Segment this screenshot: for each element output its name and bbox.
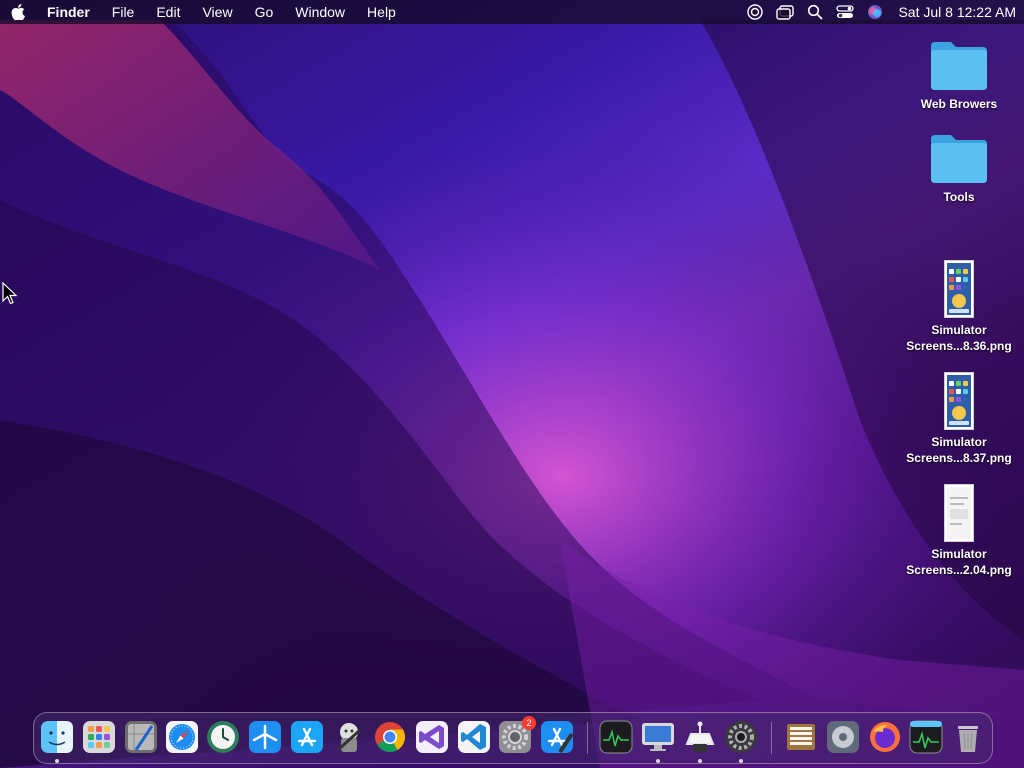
dock-activity-monitor[interactable] (599, 720, 633, 754)
dock-time-machine[interactable] (206, 720, 240, 754)
menu-file[interactable]: File (101, 0, 146, 24)
google-chrome-icon (375, 722, 406, 753)
dock-firefox[interactable] (868, 720, 902, 754)
apple-menu-icon[interactable] (0, 0, 36, 24)
dock-launchpad[interactable] (82, 720, 116, 754)
dock-trash[interactable] (951, 720, 985, 754)
desktop-file-screenshot-2-04[interactable]: Simulator Screens...2.04.png (899, 484, 1019, 578)
xcode-icon (541, 721, 574, 754)
dock-finder[interactable] (40, 720, 74, 763)
folder-icon (931, 135, 987, 183)
disk-utility-icon (827, 721, 859, 753)
desktop-folder-web-browers[interactable]: Web Browers (899, 38, 1019, 112)
menu-bar: Finder File Edit View Go Window Help Sat… (0, 0, 1024, 24)
dock-settings[interactable] (724, 720, 758, 763)
mouse-cursor-icon (2, 282, 18, 305)
archive-utility-icon (787, 724, 815, 750)
simulator-icon (642, 723, 674, 751)
dock-system-preferences[interactable]: 2 (498, 716, 536, 754)
automator-icon (336, 723, 362, 752)
transporter-icon (685, 721, 715, 752)
desktop-folder-tools[interactable]: Tools (899, 131, 1019, 205)
label-line-1: Simulator (931, 547, 987, 561)
label-line-1: Simulator (931, 435, 987, 449)
menu-view[interactable]: View (191, 0, 243, 24)
menu-go[interactable]: Go (244, 0, 285, 24)
desktop-file-screenshot-8-37[interactable]: Simulator Screens...8.37.png (899, 372, 1019, 466)
app-menu-finder[interactable]: Finder (36, 0, 101, 24)
desktop: Finder File Edit View Go Window Help Sat… (0, 0, 1024, 768)
desktop-icon-label: Tools (943, 190, 975, 204)
dock-archive-utility[interactable] (784, 720, 818, 754)
desktop-icon-label: Simulator Screens...8.37.png (906, 434, 1011, 466)
dock-activity-monitor-alt[interactable] (909, 720, 943, 754)
png-thumbnail-icon (944, 260, 974, 318)
spotlight-search-icon[interactable] (800, 0, 830, 24)
label-line-1: Simulator (931, 323, 987, 337)
control-center-icon[interactable] (830, 0, 860, 24)
dock-transporter[interactable] (683, 720, 717, 763)
label-line-2: Screens...8.36.png (906, 339, 1012, 353)
running-indicator (698, 759, 702, 763)
desktop-icon-label: Simulator Screens...8.36.png (906, 322, 1011, 354)
dock-separator (587, 722, 588, 754)
app-store-icon (291, 721, 323, 753)
label-line-2: Screens...8.37.png (906, 451, 1012, 465)
launchpad-icon (83, 721, 115, 753)
dock-disk-utility[interactable] (826, 720, 860, 754)
dock-simulator[interactable] (641, 720, 675, 763)
dock: 2 (33, 712, 993, 764)
safari-icon (166, 721, 198, 753)
notification-badge: 2 (522, 716, 536, 730)
menubar-clock[interactable]: Sat Jul 8 12:22 AM (890, 0, 1024, 24)
dock-xcode[interactable] (540, 720, 574, 754)
dock-chrome[interactable] (373, 720, 407, 754)
dock-separator (771, 722, 772, 754)
dock-vscode[interactable] (457, 720, 491, 754)
running-indicator (739, 759, 743, 763)
xcode-instruments-icon (125, 721, 157, 753)
png-thumbnail-icon (944, 484, 974, 542)
screen-time-icon[interactable] (740, 0, 770, 24)
menu-help[interactable]: Help (356, 0, 407, 24)
settings-gear-icon (725, 721, 757, 753)
activity-monitor-alt-icon (909, 720, 943, 754)
testflight-icon (249, 721, 281, 753)
menu-window[interactable]: Window (284, 0, 356, 24)
label-line-2: Screens...2.04.png (906, 563, 1012, 577)
desktop-file-screenshot-8-36[interactable]: Simulator Screens...8.36.png (899, 260, 1019, 354)
running-indicator (656, 759, 660, 763)
window-switch-icon[interactable] (770, 0, 800, 24)
running-indicator (55, 759, 59, 763)
dock-automator[interactable] (332, 720, 366, 754)
wallpaper (0, 0, 1024, 768)
png-thumbnail-icon (944, 372, 974, 430)
folder-icon (931, 42, 987, 90)
desktop-icon-label: Simulator Screens...2.04.png (906, 546, 1011, 578)
dock-testflight[interactable] (248, 720, 282, 754)
dock-instruments[interactable] (124, 720, 158, 754)
menu-edit[interactable]: Edit (145, 0, 191, 24)
visual-studio-icon (416, 721, 448, 753)
vscode-icon (458, 721, 490, 753)
firefox-icon (870, 722, 900, 752)
siri-icon[interactable] (860, 0, 890, 24)
activity-monitor-icon (599, 720, 633, 754)
dock-visual-studio[interactable] (415, 720, 449, 754)
desktop-icon-label: Web Browers (920, 97, 998, 111)
time-machine-icon (207, 721, 239, 753)
finder-icon (41, 721, 73, 753)
trash-icon (958, 726, 978, 752)
dock-safari[interactable] (165, 720, 199, 754)
dock-app-store[interactable] (290, 720, 324, 754)
